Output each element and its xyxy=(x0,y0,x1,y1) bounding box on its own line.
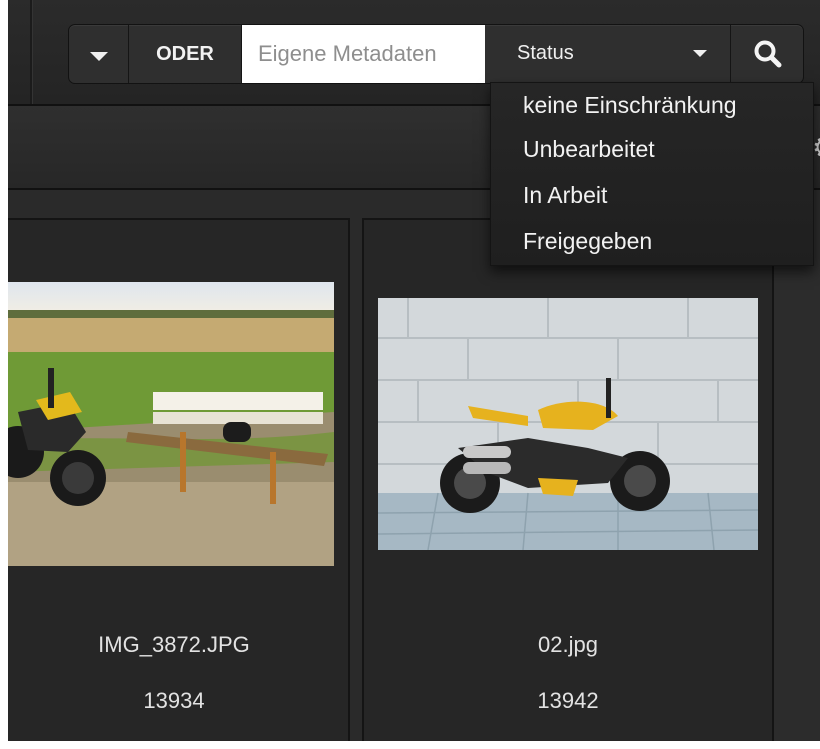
metadata-search-input[interactable] xyxy=(242,25,485,83)
status-option-in-progress[interactable]: In Arbeit xyxy=(523,175,607,215)
status-option-approved[interactable]: Freigegeben xyxy=(523,221,652,261)
search-icon xyxy=(754,40,782,68)
chevron-down-icon xyxy=(90,52,108,61)
toolbar-divider xyxy=(30,0,33,104)
search-bar: ODER Status xyxy=(68,24,804,84)
asset-id: 13934 xyxy=(143,688,205,713)
status-option-unprocessed[interactable]: Unbearbeitet xyxy=(523,129,655,169)
motorcycle-wall-photo xyxy=(378,298,758,550)
status-option-none[interactable]: keine Einschränkung xyxy=(523,85,737,125)
status-dropdown-menu: keine Einschränkung Unbearbeitet In Arbe… xyxy=(490,82,814,266)
asset-card[interactable]: IMG_3872.JPG 13934 xyxy=(8,218,350,741)
asset-thumbnail[interactable] xyxy=(378,298,758,550)
asset-filename: 02.jpg xyxy=(538,632,598,657)
status-select[interactable]: Status xyxy=(485,25,731,83)
status-select-label: Status xyxy=(517,42,574,64)
asset-thumbnail[interactable] xyxy=(8,282,334,566)
asset-grid: IMG_3872.JPG 13934 02.jpg 13942 xyxy=(8,190,820,741)
operator-toggle[interactable]: ODER xyxy=(129,25,242,83)
grid-edge xyxy=(774,190,820,741)
chevron-down-icon xyxy=(693,50,707,57)
asset-filename: IMG_3872.JPG xyxy=(98,632,250,657)
asset-card[interactable]: 02.jpg 13942 xyxy=(362,218,774,741)
search-button[interactable] xyxy=(731,25,803,83)
search-options-dropdown[interactable] xyxy=(69,25,129,83)
asset-id: 13942 xyxy=(537,688,599,713)
app-window: ODER Status ⚙ xyxy=(8,0,820,741)
motorcycle-bench-photo xyxy=(8,282,334,566)
